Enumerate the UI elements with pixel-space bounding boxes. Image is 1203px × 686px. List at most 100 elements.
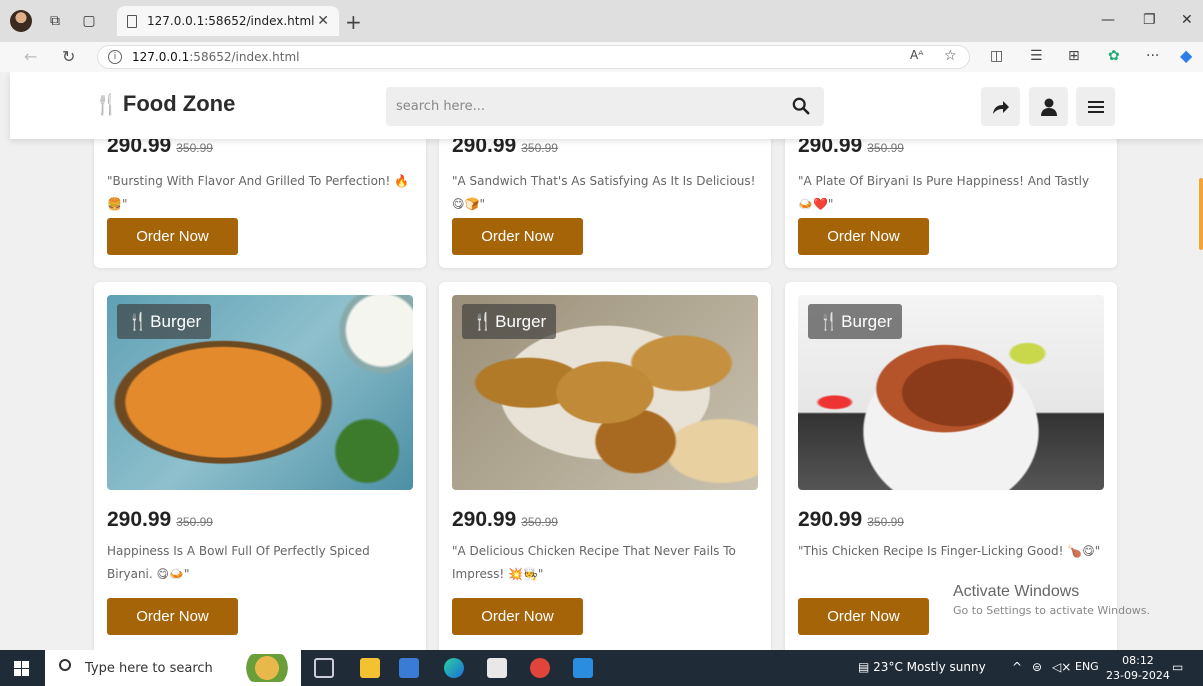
order-now-button[interactable]: Order Now [107, 218, 238, 255]
mail-icon[interactable] [487, 658, 507, 678]
more-icon[interactable]: ··· [1146, 48, 1159, 64]
clock[interactable]: 08:12 23-09-2024 [1106, 653, 1170, 683]
card-old-price: 350.99 [867, 141, 904, 155]
share-button[interactable] [981, 87, 1020, 126]
weather-icon: ▤ [858, 660, 870, 674]
order-now-button[interactable]: Order Now [107, 598, 238, 635]
site-info-icon[interactable]: i [108, 50, 122, 64]
read-aloud-icon[interactable]: Aᴬ [910, 48, 923, 62]
category-badge: 🍴 Burger [117, 304, 212, 339]
card-old-price: 350.99 [176, 141, 213, 155]
copilot-icon[interactable]: ◆ [1180, 46, 1192, 65]
card-description: "A Plate Of Biryani Is Pure Happiness! A… [798, 174, 1090, 211]
windows-start-icon[interactable] [14, 661, 29, 676]
clock-time: 08:12 [1122, 654, 1154, 667]
browser-tab-bar: ⧉ ▢ 127.0.0.1:58652/index.html ✕ + — ❐ ✕ [0, 0, 1203, 42]
taskbar-search-text: Type here to search [85, 660, 213, 676]
taskbar-search[interactable]: Type here to search [45, 650, 301, 686]
clock-date: 23-09-2024 [1106, 669, 1170, 682]
store-icon[interactable] [399, 658, 419, 678]
page-viewport: 🍴 Food Zone search here... 290.99 350.99… [0, 72, 1203, 650]
restore-icon[interactable]: ❐ [1143, 12, 1156, 28]
order-now-button[interactable]: Order Now [798, 218, 929, 255]
user-icon [1040, 98, 1057, 116]
brand-name: Food Zone [122, 91, 236, 116]
fork-knife-icon: 🍴 [472, 311, 494, 331]
refresh-icon[interactable]: ↻ [62, 47, 75, 66]
tab-actions-icon[interactable]: ▢ [78, 10, 100, 32]
share-icon [992, 100, 1009, 114]
vscode-icon[interactable] [573, 658, 593, 678]
favorites-icon[interactable]: ☰ [1030, 48, 1043, 64]
collections-icon[interactable]: ⊞ [1068, 48, 1080, 64]
card-old-price: 350.99 [867, 515, 904, 529]
food-card: 🍴 Burger 290.99 350.99 Happiness Is A Bowl… [94, 282, 426, 650]
food-card: 🍴 Burger 290.99 350.99 "A Delicious Chicke… [439, 282, 771, 650]
category-badge: 🍴 Burger [462, 304, 557, 339]
search-input[interactable] [386, 87, 776, 126]
user-button[interactable] [1029, 87, 1068, 126]
back-icon[interactable]: ← [24, 47, 37, 66]
volume-icon[interactable]: ◁× [1052, 660, 1071, 674]
weather-widget[interactable]: ▤ 23°C Mostly sunny [858, 660, 986, 674]
watermark-subtitle: Go to Settings to activate Windows. [953, 604, 1151, 617]
address-bar: ← ↻ i 127.0.0.1 :58652/index.html Aᴬ ☆ ◫… [0, 42, 1203, 72]
profile-avatar[interactable] [10, 10, 32, 32]
close-tab-icon[interactable]: ✕ [317, 13, 329, 29]
activation-watermark: Activate Windows Go to Settings to activ… [953, 583, 1150, 617]
split-screen-icon[interactable]: ◫ [990, 48, 1003, 64]
windows-taskbar: Type here to search ▤ 23°C Mostly sunny … [0, 650, 1203, 686]
search-highlight-icon [241, 654, 293, 682]
watermark-title: Activate Windows [953, 583, 1080, 600]
url-host: 127.0.0.1 [132, 50, 190, 64]
notifications-icon[interactable]: ▭ [1172, 660, 1183, 674]
browser-tab[interactable]: 127.0.0.1:58652/index.html ✕ [117, 6, 339, 36]
grilled-chicken-image: 🍴 Burger [452, 295, 758, 490]
hamburger-icon [1087, 100, 1104, 113]
task-view-icon[interactable] [314, 658, 334, 678]
order-now-button[interactable]: Order Now [452, 218, 583, 255]
language-indicator[interactable]: ENG [1075, 660, 1099, 673]
card-description: "A Sandwich That's As Satisfying As It I… [452, 174, 756, 211]
card-description: "Bursting With Flavor And Grilled To Per… [107, 174, 410, 211]
page-icon [127, 14, 137, 28]
card-price: 290.99 350.99 [452, 508, 558, 531]
card-old-price: 350.99 [521, 141, 558, 155]
card-description: "This Chicken Recipe Is Finger-Licking G… [798, 544, 1101, 558]
minimize-icon[interactable]: — [1101, 12, 1115, 28]
biryani-image: 🍴 Burger [107, 295, 413, 490]
search-box [386, 87, 824, 126]
order-now-button[interactable]: Order Now [798, 598, 929, 635]
extensions-icon[interactable]: ✿ [1108, 48, 1120, 64]
fork-knife-icon: 🍴 [818, 311, 840, 331]
search-icon [59, 659, 71, 671]
new-tab-icon[interactable]: + [345, 10, 362, 34]
favorite-star-icon[interactable]: ☆ [944, 48, 957, 64]
wps-office-icon[interactable] [530, 658, 550, 678]
network-icon[interactable]: ⊜ [1032, 660, 1042, 674]
file-explorer-icon[interactable] [360, 658, 380, 678]
card-old-price: 350.99 [521, 515, 558, 529]
card-description: Happiness Is A Bowl Full Of Perfectly Sp… [107, 544, 370, 581]
edge-icon[interactable] [444, 658, 464, 678]
card-price: 290.99 350.99 [798, 508, 904, 531]
site-header: 🍴 Food Zone [10, 72, 1203, 139]
search-icon[interactable] [792, 97, 810, 115]
fork-knife-icon: 🍴 [94, 93, 119, 116]
card-description: "A Delicious Chicken Recipe That Never F… [452, 544, 736, 581]
workspaces-icon[interactable]: ⧉ [44, 10, 66, 32]
brand-logo[interactable]: 🍴 Food Zone [94, 91, 235, 117]
card-price: 290.99 350.99 [107, 508, 213, 531]
fork-knife-icon: 🍴 [127, 311, 149, 331]
close-window-icon[interactable]: ✕ [1181, 12, 1193, 28]
card-old-price: 350.99 [176, 515, 213, 529]
order-now-button[interactable]: Order Now [452, 598, 583, 635]
tray-chevron-icon[interactable]: ^ [1012, 660, 1022, 674]
url-field[interactable]: i 127.0.0.1 :58652/index.html [97, 45, 970, 69]
scrollbar-thumb[interactable] [1199, 178, 1203, 250]
url-path: :58652/index.html [189, 50, 300, 64]
category-badge: 🍴 Burger [808, 304, 903, 339]
tab-title: 127.0.0.1:58652/index.html [147, 14, 315, 28]
roast-chicken-image: 🍴 Burger [798, 295, 1104, 490]
menu-button[interactable] [1076, 87, 1115, 126]
